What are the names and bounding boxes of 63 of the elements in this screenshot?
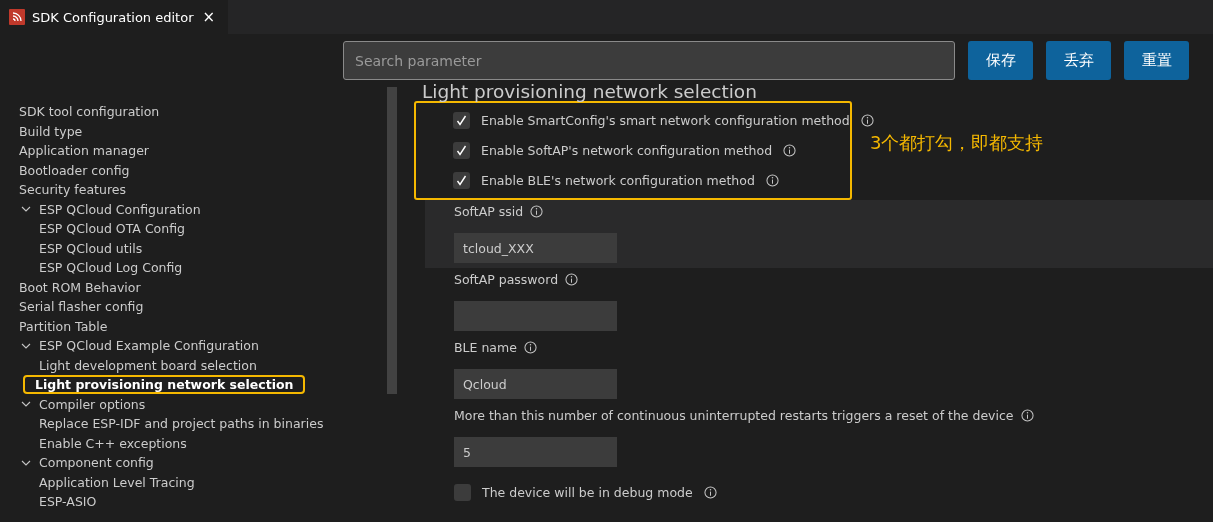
sidebar-item[interactable]: Enable C++ exceptions	[36, 435, 190, 451]
toolbar-button[interactable]: 重置	[1124, 41, 1189, 80]
sidebar-item[interactable]: Security features	[16, 182, 129, 198]
setting-label: Enable SoftAP's network configuration method	[481, 142, 773, 158]
sidebar-item[interactable]: Replace ESP-IDF and project paths in binaries	[36, 416, 327, 432]
info-icon[interactable]	[565, 272, 579, 286]
sidebar-item[interactable]: ESP-ASIO	[36, 494, 100, 510]
input-field[interactable]	[454, 301, 617, 331]
chevron-down-icon[interactable]	[21, 342, 31, 349]
setting-label: BLE name	[454, 339, 517, 355]
input-field[interactable]: tcloud_XXX	[454, 233, 617, 263]
info-icon[interactable]	[530, 204, 544, 218]
check-icon	[456, 144, 467, 156]
info-icon[interactable]	[703, 485, 717, 499]
sidebar-item[interactable]: ESP QCloud Configuration	[36, 201, 204, 217]
section-heading: Light provisioning network selection	[422, 80, 758, 101]
check-icon	[456, 174, 467, 186]
sidebar-item[interactable]: Light development board selection	[36, 357, 260, 373]
close-button[interactable]: ×	[200, 8, 218, 26]
search-field[interactable]: Search parameter	[343, 41, 955, 80]
input-field[interactable]: 5	[454, 437, 617, 467]
sidebar-item[interactable]: Serial flasher config	[16, 299, 147, 315]
sidebar-item[interactable]: Boot ROM Behavior	[16, 279, 144, 295]
chevron-down-icon[interactable]	[21, 459, 31, 466]
sidebar-item[interactable]: ESP QCloud utils	[36, 240, 146, 256]
checkbox[interactable]	[453, 141, 470, 159]
checkbox[interactable]	[453, 111, 470, 129]
sidebar-item[interactable]: Bootloader config	[16, 162, 133, 178]
setting-label: SoftAP ssid	[454, 203, 524, 219]
scrollbar[interactable]	[387, 87, 397, 394]
info-icon[interactable]	[765, 173, 779, 187]
info-icon[interactable]	[860, 113, 874, 127]
checkbox[interactable]	[453, 171, 470, 189]
info-icon[interactable]	[523, 340, 537, 354]
chevron-down-icon[interactable]	[21, 401, 31, 408]
sidebar-item[interactable]: Partition Table	[16, 318, 111, 334]
toolbar-button[interactable]: 丢弃	[1046, 41, 1111, 80]
sidebar-item[interactable]: ESP QCloud OTA Config	[36, 221, 188, 237]
setting-label: Enable SmartConfig's smart network configuration method	[481, 112, 850, 128]
sidebar-item[interactable]: Application Level Tracing	[36, 474, 198, 490]
sidebar-item[interactable]: Build type	[16, 123, 86, 139]
toolbar-button[interactable]: 保存	[968, 41, 1033, 80]
sidebar-item[interactable]: Light provisioning network selection	[25, 377, 304, 393]
sidebar-item[interactable]: Compiler options	[36, 396, 149, 412]
setting-label: Enable BLE's network configuration method	[481, 172, 755, 188]
tab-title: SDK Configuration editor	[32, 9, 194, 25]
chevron-down-icon[interactable]	[21, 206, 31, 213]
sidebar-item[interactable]: ESP QCloud Log Config	[36, 260, 186, 276]
sidebar-item[interactable]: Component config	[36, 455, 157, 471]
editor-tab[interactable]: SDK Configuration editor ×	[0, 0, 229, 34]
setting-label: More than this number of continuous uninterrupted restarts triggers a reset of the device	[454, 407, 1014, 423]
check-icon	[456, 114, 467, 126]
info-icon[interactable]	[1020, 408, 1034, 422]
sidebar-item[interactable]: ESP QCloud Example Configuration	[36, 338, 262, 354]
sidebar-item[interactable]: SDK tool configuration	[16, 104, 163, 120]
checkbox[interactable]	[454, 483, 471, 501]
setting-label: SoftAP password	[454, 271, 559, 287]
input-field[interactable]: Qcloud	[454, 369, 617, 399]
info-icon[interactable]	[783, 143, 797, 157]
annotation-note: 3个都打勾，即都支持	[870, 131, 1044, 155]
logo-icon	[9, 9, 25, 25]
sidebar-item[interactable]: Application manager	[16, 143, 152, 159]
setting-label: The device will be in debug mode	[482, 484, 693, 500]
